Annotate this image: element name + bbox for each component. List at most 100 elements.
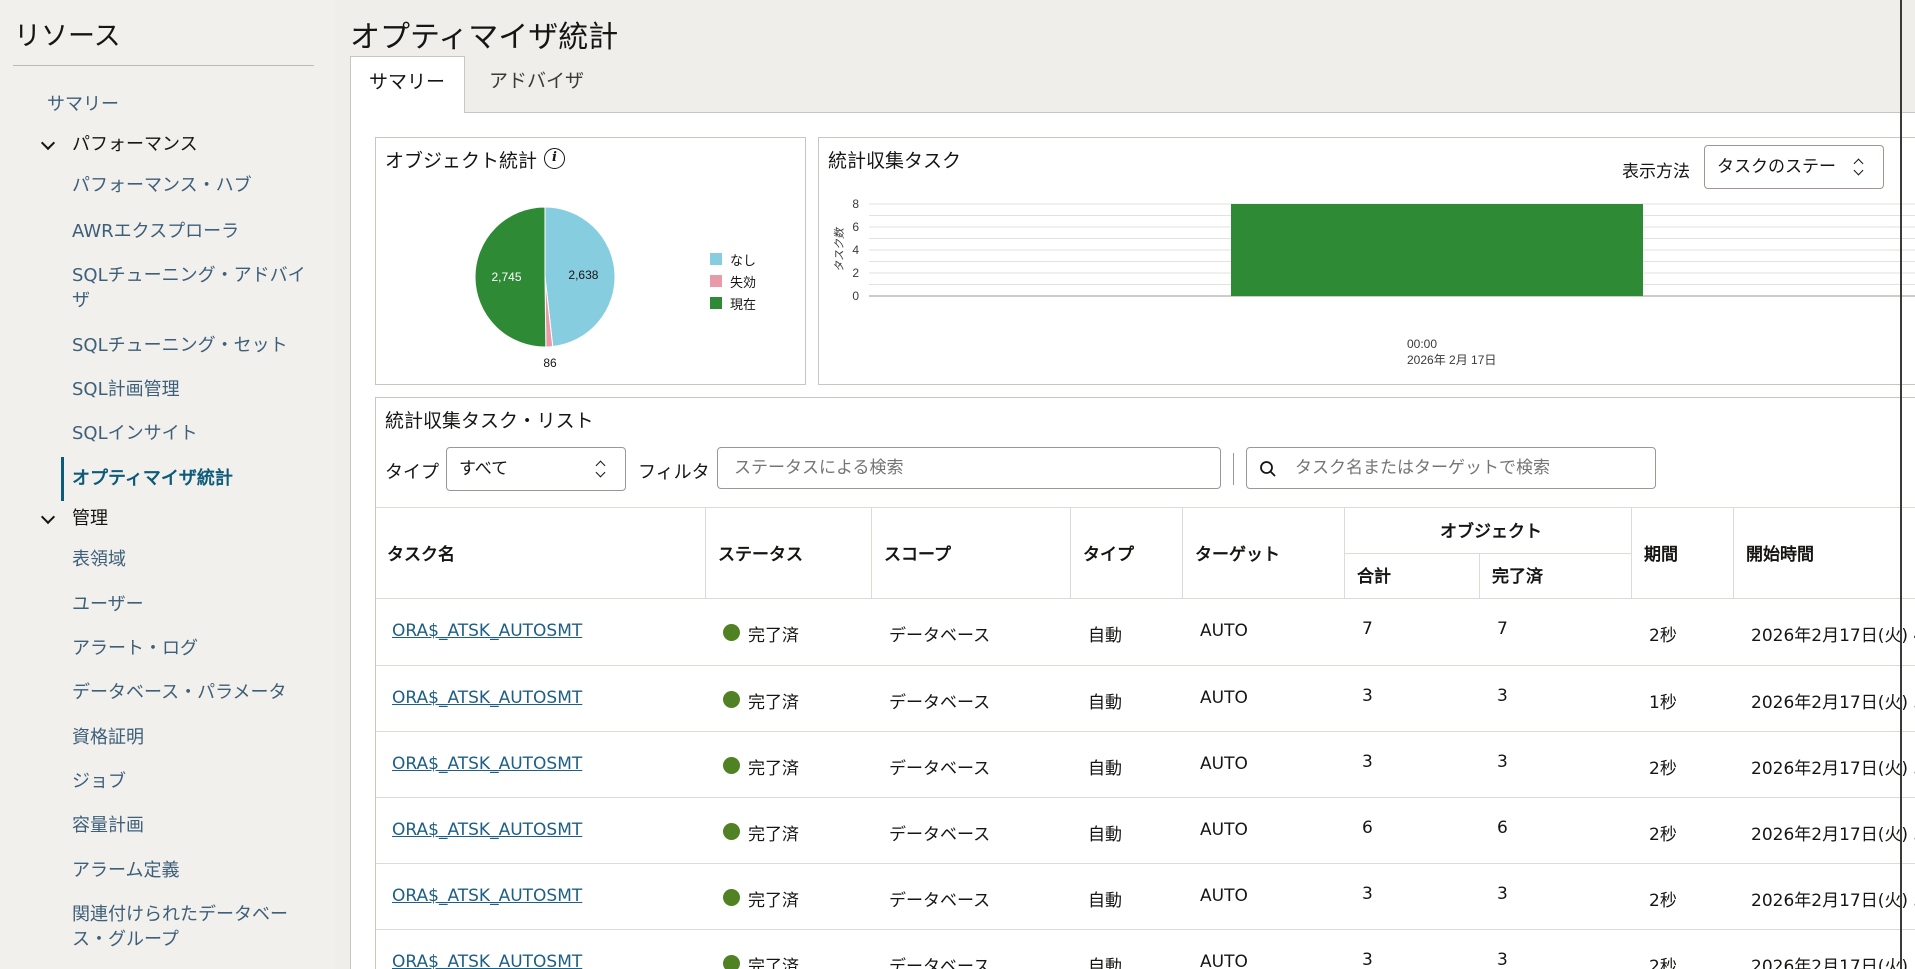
total-text: 3 — [1362, 884, 1373, 904]
task-bar-chart: 8 6 4 2 0 タスク数 00:00 2026年 2月 17日 — [833, 197, 1915, 367]
sidebar-section-management[interactable]: 管理 — [72, 506, 108, 531]
scope-text: データベース — [889, 759, 991, 779]
task-bar[interactable] — [1231, 204, 1643, 296]
window-scroll-edge — [1900, 0, 1902, 969]
sidebar-item-db-parameters[interactable]: データベース・パラメータ — [72, 680, 287, 705]
task-name-link[interactable]: ORA$_ATSK_AUTOSMT — [392, 952, 582, 969]
col-type[interactable]: タイプ — [1083, 540, 1134, 565]
duration-text: 2秒 — [1649, 825, 1677, 845]
col-completed[interactable]: 完了済 — [1492, 562, 1543, 587]
sidebar-item-performance-hub[interactable]: パフォーマンス・ハブ — [72, 173, 252, 198]
type-text: 自動 — [1088, 957, 1122, 969]
col-total[interactable]: 合計 — [1357, 562, 1391, 587]
total-text: 3 — [1362, 950, 1373, 969]
sidebar-item-sql-insight[interactable]: SQLインサイト — [72, 421, 198, 446]
task-list-title: 統計収集タスク・リスト — [385, 410, 594, 432]
target-text: AUTO — [1200, 820, 1248, 840]
y-tick-label: 6 — [852, 220, 859, 234]
col-divider — [1070, 508, 1071, 598]
status-dot-icon — [723, 691, 740, 708]
col-task-name[interactable]: タスク名 — [387, 540, 455, 565]
col-objects: オブジェクト — [1440, 522, 1542, 542]
start-time-text: 2026年2月17日(火) 3 — [1751, 825, 1915, 845]
total-text: 6 — [1362, 818, 1373, 838]
sidebar-item-capacity-planning[interactable]: 容量計画 — [72, 813, 144, 838]
table-row: ORA$_ATSK_AUTOSMT 完了済 データベース 自動 AUTO 3 3… — [376, 929, 1915, 969]
target-text: AUTO — [1200, 886, 1248, 906]
col-divider — [1182, 508, 1183, 598]
task-search-field[interactable] — [1246, 447, 1656, 489]
y-tick-label: 0 — [852, 289, 859, 303]
start-time-text: 2026年2月17日(火) 3 — [1751, 759, 1915, 779]
col-duration[interactable]: 期間 — [1644, 540, 1678, 565]
completed-text: 3 — [1497, 950, 1508, 969]
task-name-link[interactable]: ORA$_ATSK_AUTOSMT — [392, 688, 582, 708]
total-text: 3 — [1362, 686, 1373, 706]
tab-advisor[interactable]: アドバイザ — [471, 56, 611, 113]
search-icon — [1260, 461, 1276, 477]
status-dot-icon — [723, 757, 740, 774]
pie-data-label: 86 — [543, 356, 557, 370]
start-time-text: 2026年2月17日(火) 4 — [1751, 626, 1915, 646]
status-search-input[interactable] — [717, 447, 1221, 489]
sidebar-item-summary[interactable]: サマリー — [47, 92, 119, 117]
task-name-link[interactable]: ORA$_ATSK_AUTOSMT — [392, 820, 582, 840]
col-status[interactable]: ステータス — [718, 540, 803, 565]
type-select[interactable]: すべて — [446, 447, 626, 491]
tab-summary[interactable]: サマリー — [350, 56, 465, 113]
table-row: ORA$_ATSK_AUTOSMT 完了済 データベース 自動 AUTO 3 3… — [376, 731, 1915, 797]
col-target[interactable]: ターゲット — [1195, 540, 1280, 565]
status-dot-icon — [723, 823, 740, 840]
target-text: AUTO — [1200, 688, 1248, 708]
object-stats-card: オブジェクト統計 i 2,638 86 2,745 なし 失効 現在 — [375, 137, 806, 385]
sidebar-section-performance[interactable]: パフォーマンス — [72, 132, 198, 157]
sidebar-item-sql-tuning-advisor[interactable]: SQLチューニング・アドバイザ — [72, 263, 312, 313]
col-scope[interactable]: スコープ — [884, 540, 951, 565]
sidebar-item-sql-tuning-set[interactable]: SQLチューニング・セット — [72, 333, 288, 358]
completed-text: 3 — [1497, 884, 1508, 904]
task-name-link[interactable]: ORA$_ATSK_AUTOSMT — [392, 754, 582, 774]
table-row: ORA$_ATSK_AUTOSMT 完了済 データベース 自動 AUTO 7 7… — [376, 598, 1915, 664]
sidebar-item-alarm-definitions[interactable]: アラーム定義 — [72, 858, 179, 883]
sidebar-item-tablespaces[interactable]: 表領域 — [72, 547, 126, 572]
legend-swatch — [710, 275, 722, 287]
filter-label: フィルタ — [638, 462, 710, 483]
scope-text: データベース — [889, 825, 991, 845]
sidebar-item-db-groups[interactable]: 関連付けられたデータベース・グループ — [72, 902, 292, 952]
task-name-link[interactable]: ORA$_ATSK_AUTOSMT — [392, 621, 582, 641]
status-text: 完了済 — [748, 957, 799, 969]
type-text: 自動 — [1088, 825, 1122, 845]
status-text: 完了済 — [748, 626, 799, 646]
duration-text: 2秒 — [1649, 759, 1677, 779]
col-divider — [705, 508, 706, 598]
start-time-text: 2026年2月17日(火) 3 — [1751, 891, 1915, 911]
main-panel: オプティマイザ統計 サマリー アドバイザ オブジェクト統計 i 2,638 86 2… — [335, 0, 1915, 969]
sidebar-item-users[interactable]: ユーザー — [72, 592, 144, 617]
y-tick-label: 4 — [852, 243, 859, 257]
sidebar-item-optimizer-stats[interactable]: オプティマイザ統計 — [72, 466, 233, 491]
type-label: タイプ — [385, 462, 439, 483]
chevron-down-icon[interactable] — [40, 509, 56, 525]
sidebar: リソース サマリー パフォーマンス パフォーマンス・ハブ AWRエクスプローラ … — [0, 0, 335, 969]
task-search-input[interactable] — [1246, 447, 1656, 489]
target-text: AUTO — [1200, 621, 1248, 641]
chevron-down-icon[interactable] — [40, 135, 56, 151]
sidebar-item-alert-log[interactable]: アラート・ログ — [72, 636, 198, 661]
type-text: 自動 — [1088, 693, 1122, 713]
col-start-time[interactable]: 開始時間 — [1746, 540, 1814, 565]
total-text: 7 — [1362, 619, 1373, 639]
start-time-text: 2026年2月17日(火) 3 — [1751, 957, 1915, 969]
sidebar-item-credentials[interactable]: 資格証明 — [72, 725, 144, 750]
type-text: 自動 — [1088, 891, 1122, 911]
sidebar-item-awr-explorer[interactable]: AWRエクスプローラ — [72, 219, 239, 244]
completed-text: 3 — [1497, 686, 1508, 706]
task-chart-card: 統計収集タスク 表示方法 タスクのステー 8 6 4 2 0 タスク数 00:00 2026年… — [818, 137, 1915, 385]
sidebar-item-sql-plan-management[interactable]: SQL計画管理 — [72, 377, 180, 402]
col-divider — [871, 508, 872, 598]
scope-text: データベース — [889, 957, 991, 969]
status-text: 完了済 — [748, 825, 799, 845]
sidebar-item-jobs[interactable]: ジョブ — [72, 769, 126, 794]
task-name-link[interactable]: ORA$_ATSK_AUTOSMT — [392, 886, 582, 906]
type-text: 自動 — [1088, 759, 1122, 779]
type-text: 自動 — [1088, 626, 1122, 646]
